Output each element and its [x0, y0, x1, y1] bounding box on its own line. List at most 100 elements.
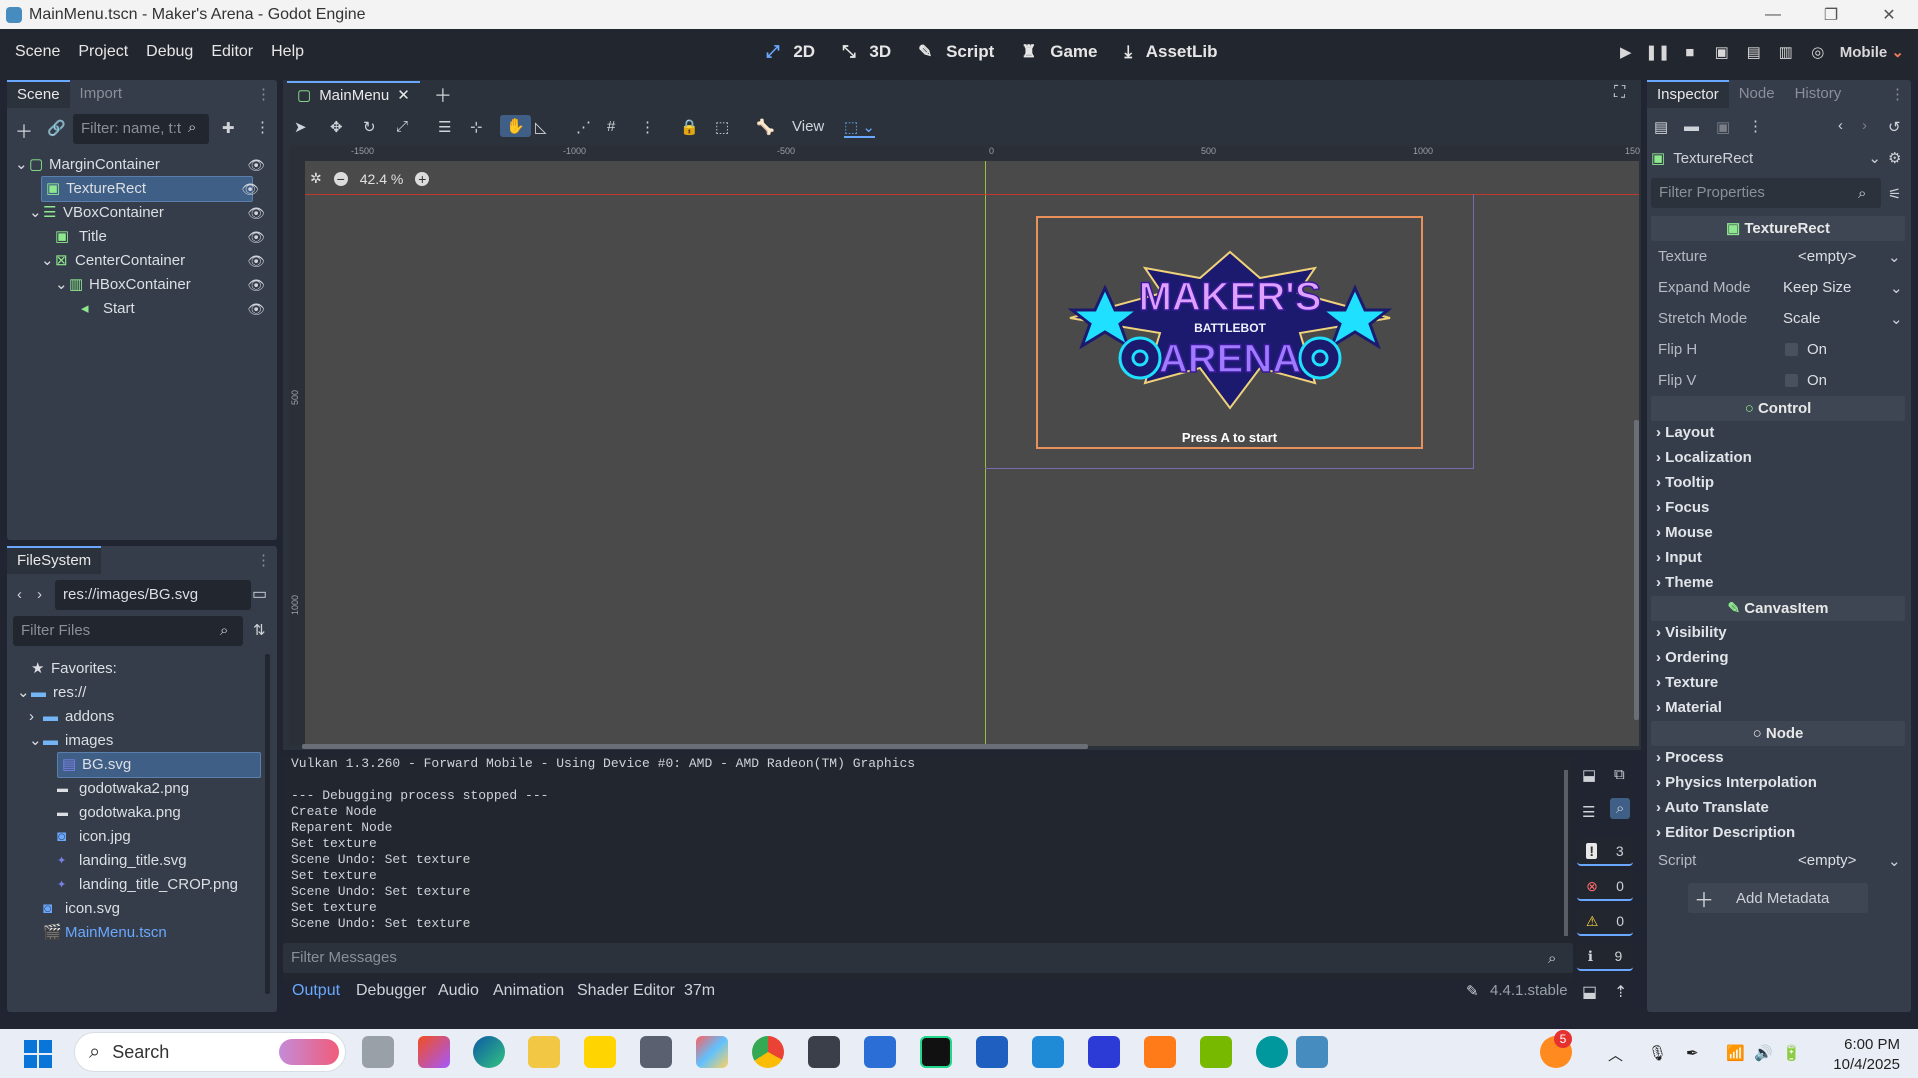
mode-game-button[interactable]: ♜ Game: [1012, 42, 1115, 62]
scene-menu-icon[interactable]: ⋮: [255, 118, 270, 136]
godot-taskbar-icon[interactable]: [1296, 1036, 1328, 1068]
favorites-item[interactable]: ★ Favorites:: [31, 656, 117, 682]
tab-history[interactable]: History: [1785, 80, 1852, 108]
dropdown-icon[interactable]: ⌄: [1888, 852, 1901, 870]
photos-icon[interactable]: [696, 1036, 728, 1068]
battery-icon[interactable]: 🔋: [1782, 1044, 1801, 1062]
filesystem-scrollbar[interactable]: [265, 654, 270, 994]
bone-icon[interactable]: 🦴: [756, 118, 775, 136]
group-mouse[interactable]: › Mouse: [1656, 524, 1713, 541]
stop-icon[interactable]: ■: [1674, 44, 1706, 61]
minimize-icon[interactable]: —: [1744, 0, 1802, 29]
forward-icon[interactable]: ›: [37, 586, 42, 603]
add-node-icon[interactable]: ＋: [15, 118, 33, 144]
tree-node-centercontainer[interactable]: ⌄ ⊠ CenterContainer 👁: [41, 248, 273, 274]
filter-messages-input[interactable]: Filter Messages: [283, 943, 1573, 973]
tab-output[interactable]: Output: [292, 982, 340, 1000]
prop-expand-mode-value[interactable]: Keep Size: [1783, 279, 1851, 296]
zoom-in-icon[interactable]: +: [415, 171, 430, 186]
maximize-icon[interactable]: ❐: [1802, 0, 1860, 29]
edge-icon[interactable]: [473, 1036, 505, 1068]
dock-menu-icon[interactable]: ⋮: [1890, 85, 1905, 103]
add-metadata-button[interactable]: ＋ Add Metadata: [1688, 883, 1868, 913]
version-label[interactable]: 4.4.1.stable: [1490, 982, 1568, 999]
tray-expand-icon[interactable]: ︿: [1608, 1044, 1623, 1065]
flip-v-checkbox[interactable]: [1785, 374, 1798, 387]
property-settings-icon[interactable]: ⚟: [1888, 185, 1901, 203]
arduino-icon[interactable]: [1256, 1036, 1288, 1068]
visibility-eye-icon[interactable]: 👁: [247, 200, 265, 226]
prop-script-value[interactable]: <empty>: [1798, 852, 1856, 869]
tree-node-start[interactable]: ◂ Start 👁: [81, 296, 273, 322]
vscode-icon[interactable]: [1032, 1036, 1064, 1068]
tab-node[interactable]: Node: [1729, 80, 1785, 108]
chrome-icon[interactable]: [752, 1036, 784, 1068]
snipping-tool-icon[interactable]: [808, 1036, 840, 1068]
group-visibility[interactable]: › Visibility: [1656, 624, 1727, 641]
dropdown-icon[interactable]: ⌄: [1890, 310, 1903, 328]
pivot-tool-icon[interactable]: ⊹: [470, 118, 483, 136]
fullscreen-icon[interactable]: ⛶: [1614, 84, 1625, 102]
group-icon[interactable]: ⬚: [715, 118, 729, 136]
search-toggle-icon[interactable]: ⌕: [1610, 798, 1631, 819]
path-field[interactable]: res://images/BG.svg: [55, 580, 251, 610]
folder-res[interactable]: ⌄ ▬ res://: [17, 680, 86, 706]
grid-snap-icon[interactable]: #: [607, 118, 615, 135]
tree-node-margincontainer[interactable]: ⌄ ▢ MarginContainer 👁: [15, 152, 273, 178]
visibility-eye-icon[interactable]: 👁: [247, 296, 265, 322]
task-view-icon[interactable]: [362, 1036, 394, 1068]
pen-icon[interactable]: ✒: [1686, 1044, 1699, 1062]
collapse-icon[interactable]: ☰: [1582, 803, 1595, 821]
notepad-icon[interactable]: [864, 1036, 896, 1068]
nvidia-icon[interactable]: [1200, 1036, 1232, 1068]
expand-bottom-icon[interactable]: ⇡: [1614, 982, 1627, 1002]
remote-debug-icon[interactable]: ▣: [1706, 43, 1738, 61]
group-layout[interactable]: › Layout: [1656, 424, 1714, 441]
history-back-icon[interactable]: ‹: [1838, 117, 1843, 134]
close-window-icon[interactable]: ✕: [1860, 0, 1918, 29]
file-landing-title-crop[interactable]: ✦ landing_title_CROP.png: [57, 872, 238, 898]
object-tools-icon[interactable]: ⚙: [1888, 149, 1901, 167]
zoom-level[interactable]: 42.4 %: [360, 171, 404, 187]
renderer-select[interactable]: Mobile ⌄: [1840, 43, 1904, 61]
dock-menu-icon[interactable]: ⋮: [256, 551, 271, 569]
tree-node-texturerect[interactable]: ▣ TextureRect: [41, 176, 253, 202]
file-landing-title-svg[interactable]: ✦ landing_title.svg: [57, 848, 187, 874]
viewport-hscroll[interactable]: [302, 744, 1088, 749]
play-custom-scene-icon[interactable]: ▥: [1770, 43, 1802, 61]
play-scene-icon[interactable]: ▤: [1738, 43, 1770, 61]
mode-assetlib-button[interactable]: ⤓ AssetLib: [1116, 42, 1236, 62]
tab-audio[interactable]: Audio: [438, 982, 479, 1000]
store-icon[interactable]: [976, 1036, 1008, 1068]
resource-menu-icon[interactable]: ⋮: [1748, 117, 1763, 135]
visibility-eye-icon[interactable]: 👁: [247, 224, 265, 250]
prop-texture-value[interactable]: <empty>: [1798, 248, 1856, 265]
volume-icon[interactable]: 🔊: [1754, 1044, 1773, 1062]
menu-scene[interactable]: Scene: [6, 43, 69, 61]
group-theme[interactable]: › Theme: [1656, 574, 1714, 591]
select-tool-icon[interactable]: ➤: [294, 118, 307, 136]
menu-debug[interactable]: Debug: [137, 43, 202, 61]
clock-date[interactable]: 10/4/2025: [1826, 1056, 1900, 1073]
copy-icon[interactable]: ⧉: [1614, 766, 1625, 783]
tab-scene[interactable]: Scene: [7, 80, 70, 108]
section-control[interactable]: ○ Control: [1651, 396, 1905, 421]
pin-bottom-icon[interactable]: ⬓: [1582, 982, 1597, 1002]
message-counter[interactable]: ! 3: [1577, 838, 1633, 866]
tab-shader-editor[interactable]: Shader Editor: [577, 982, 675, 1000]
tab-import[interactable]: Import: [70, 80, 133, 108]
group-process[interactable]: › Process: [1656, 749, 1724, 766]
wifi-icon[interactable]: 📶: [1726, 1044, 1745, 1062]
dropdown-icon[interactable]: ⌄: [1890, 279, 1903, 297]
windows-start-icon[interactable]: [24, 1040, 52, 1068]
tab-inspector[interactable]: Inspector: [1647, 80, 1729, 108]
attach-script-icon[interactable]: ✚: [222, 119, 235, 137]
save-resource-icon[interactable]: ▣: [1716, 118, 1730, 136]
group-texture[interactable]: › Texture: [1656, 674, 1718, 691]
move-tool-icon[interactable]: ✥: [330, 118, 343, 136]
snap-menu-icon[interactable]: ⋮: [640, 118, 655, 136]
tab-filesystem[interactable]: FileSystem: [7, 546, 102, 574]
clock-time[interactable]: 6:00 PM: [1826, 1036, 1900, 1053]
layout-select-icon[interactable]: ⬚ ⌄: [844, 118, 875, 138]
mode-3d-button[interactable]: ⤡ 3D: [833, 42, 909, 62]
